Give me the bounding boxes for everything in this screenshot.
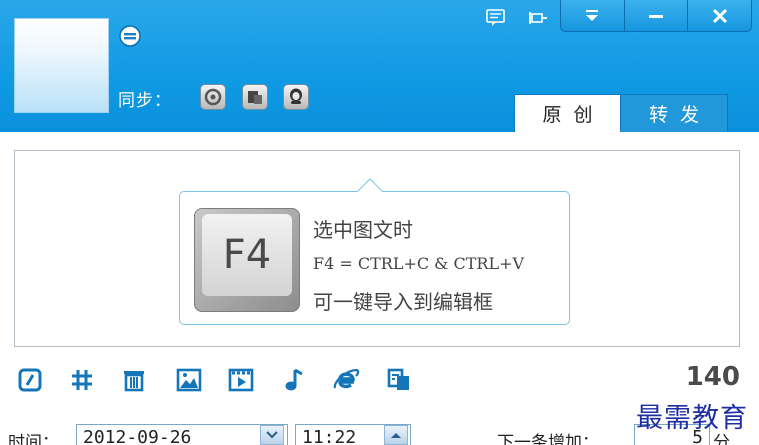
chevron-up-icon [391, 433, 401, 438]
sync-qq-icon[interactable] [283, 84, 309, 110]
hint-line-1: 选中图文时 [313, 218, 413, 242]
image-icon[interactable] [175, 366, 203, 394]
avatar[interactable] [14, 18, 109, 113]
date-dropdown-button[interactable] [260, 425, 284, 445]
watermark: 最需教育 [636, 403, 748, 434]
remaining-char-count: 140 [685, 362, 740, 392]
post-editor[interactable]: F4 选中图文时 F4 = CTRL+C & CTRL+V 可一键导入到编辑框 [14, 150, 740, 347]
tab-forward[interactable]: 转发 [621, 94, 728, 132]
close-icon [712, 8, 727, 23]
ie-icon[interactable] [332, 366, 360, 394]
close-button[interactable] [687, 0, 751, 31]
increment-label: 下一条增加： [497, 433, 599, 445]
date-field[interactable]: 2012-09-26 [76, 424, 288, 445]
time-label: 时间： [8, 433, 59, 445]
time-stepper-up-button[interactable] [384, 425, 408, 445]
minimize-button[interactable] [623, 0, 688, 31]
message-icon[interactable] [485, 8, 507, 28]
hint-line-2: F4 = CTRL+C & CTRL+V [313, 254, 525, 273]
chevron-down-icon [586, 9, 599, 21]
music-icon[interactable] [280, 366, 308, 394]
hint-line-3: 可一键导入到编辑框 [313, 290, 493, 314]
window-controls [560, 0, 752, 32]
copy-icon[interactable] [385, 366, 413, 394]
minimize-icon [649, 14, 663, 18]
chevron-down-icon [266, 431, 278, 439]
hashtag-icon[interactable] [68, 366, 96, 394]
emoticon-icon[interactable] [16, 366, 44, 394]
pin-icon[interactable] [527, 8, 549, 28]
sync-qzone-icon[interactable] [200, 84, 226, 110]
trash-icon[interactable] [120, 366, 148, 394]
tooltip-arrow [357, 178, 383, 204]
sync-label: 同步： [118, 91, 172, 111]
sync-pengyou-icon[interactable] [242, 84, 268, 110]
f4-key-label: F4 [202, 214, 292, 296]
menu-dropdown-button[interactable] [561, 0, 624, 31]
online-status-icon[interactable] [118, 24, 142, 48]
f4-key-icon: F4 [194, 208, 300, 312]
video-icon[interactable] [227, 366, 255, 394]
header: 同步： 原创 转发 [0, 0, 759, 132]
f4-hint-tooltip: F4 选中图文时 F4 = CTRL+C & CTRL+V 可一键导入到编辑框 [179, 178, 570, 325]
tab-original[interactable]: 原创 [514, 94, 621, 132]
